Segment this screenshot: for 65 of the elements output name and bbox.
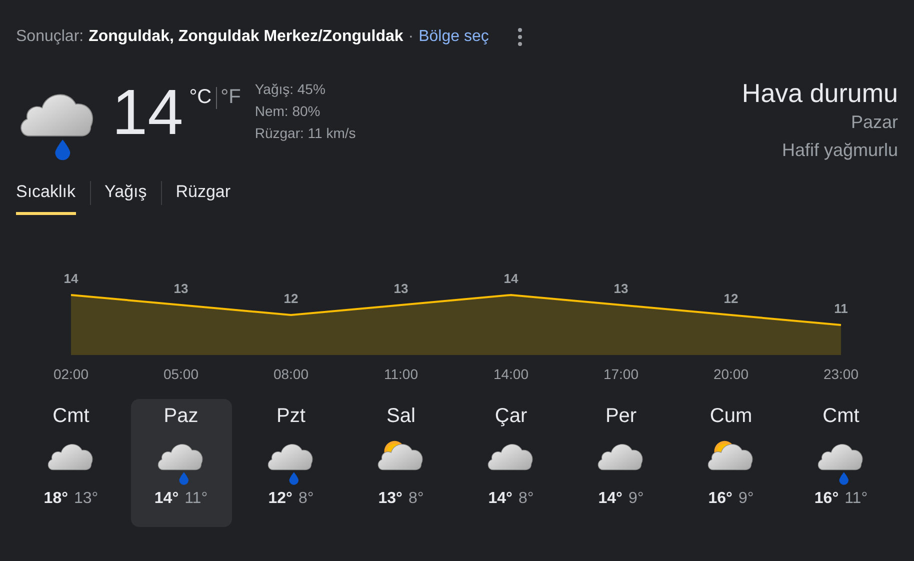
- day-forecast[interactable]: Cum 16° 9°: [680, 399, 782, 527]
- hour-label: 17:00: [603, 366, 639, 382]
- tab[interactable]: Yağış: [104, 174, 147, 215]
- day-name: Sal: [386, 405, 416, 428]
- weather-title: Hava durumu: [742, 78, 898, 108]
- low-temperature: 9°: [628, 490, 644, 508]
- temperature-label: 12: [724, 291, 738, 306]
- day-name: Çar: [494, 405, 528, 428]
- low-temperature: 9°: [738, 490, 754, 508]
- day-forecast[interactable]: Cmt 18° 13°: [20, 399, 122, 527]
- temperature-label: 12: [284, 291, 298, 306]
- day-forecast[interactable]: Sal 13° 8°: [350, 399, 452, 527]
- region-link[interactable]: Bölge seç: [418, 28, 489, 46]
- day-forecast[interactable]: Paz 14° 11°: [130, 399, 232, 527]
- tab[interactable]: Sıcaklık: [16, 174, 76, 215]
- day-name: Cmt: [822, 405, 860, 428]
- temperature-label: 14: [504, 271, 518, 286]
- hour-label: 11:00: [384, 366, 418, 382]
- weather-detail: Yağış: 45%: [254, 80, 326, 99]
- hour-label: 05:00: [163, 366, 199, 382]
- temperature-label: 13: [394, 281, 408, 296]
- separator-dot: ·: [408, 28, 414, 46]
- day-label: Pazar: [850, 111, 898, 134]
- high-temperature: 13°: [378, 490, 402, 508]
- temperature-label: 13: [614, 281, 628, 296]
- more-icon[interactable]: [518, 28, 522, 46]
- day-name: Cmt: [52, 405, 90, 428]
- high-temperature: 12°: [268, 490, 292, 508]
- low-temperature: 8°: [518, 490, 534, 508]
- hour-label: 14:00: [493, 366, 529, 382]
- day-forecast[interactable]: Pzt 12° 8°: [240, 399, 342, 527]
- temperature-label: 13: [174, 281, 188, 296]
- day-name: Cum: [710, 405, 752, 428]
- hour-label: 08:00: [273, 366, 309, 382]
- low-temperature: 8°: [408, 490, 424, 508]
- condition-label: Hafif yağmurlu: [782, 139, 898, 162]
- weather-detail: Rüzgar: 11 km/s: [254, 124, 356, 143]
- high-temperature: 14°: [488, 490, 512, 508]
- day-forecast[interactable]: Cmt 16° 11°: [790, 399, 892, 527]
- unit-toggle[interactable]: °F: [220, 86, 241, 109]
- tab[interactable]: Rüzgar: [176, 174, 231, 215]
- high-temperature: 16°: [708, 490, 732, 508]
- high-temperature: 14°: [598, 490, 622, 508]
- low-temperature: 11°: [184, 490, 208, 508]
- high-temperature: 14°: [154, 490, 179, 508]
- results-label: Sonuçlar:: [16, 28, 84, 46]
- high-temperature: 16°: [814, 490, 839, 508]
- day-forecast[interactable]: Çar 14° 8°: [460, 399, 562, 527]
- low-temperature: 11°: [844, 490, 868, 508]
- hour-label: 20:00: [713, 366, 749, 382]
- unit-toggle[interactable]: °C: [189, 86, 212, 109]
- weather-detail: Nem: 80%: [254, 102, 322, 121]
- temperature-label: 11: [834, 301, 848, 316]
- day-name: Paz: [164, 405, 198, 428]
- day-name: Pzt: [276, 405, 306, 428]
- location-name: Zonguldak, Zonguldak Merkez/Zonguldak: [88, 28, 404, 46]
- hour-label: 23:00: [823, 366, 859, 382]
- day-forecast[interactable]: Per 14° 9°: [570, 399, 672, 527]
- current-temperature: 14: [112, 78, 184, 146]
- day-name: Per: [605, 405, 637, 428]
- hour-label: 02:00: [53, 366, 89, 382]
- temperature-label: 14: [64, 271, 78, 286]
- low-temperature: 8°: [298, 490, 314, 508]
- low-temperature: 13°: [74, 490, 98, 508]
- high-temperature: 18°: [44, 490, 68, 508]
